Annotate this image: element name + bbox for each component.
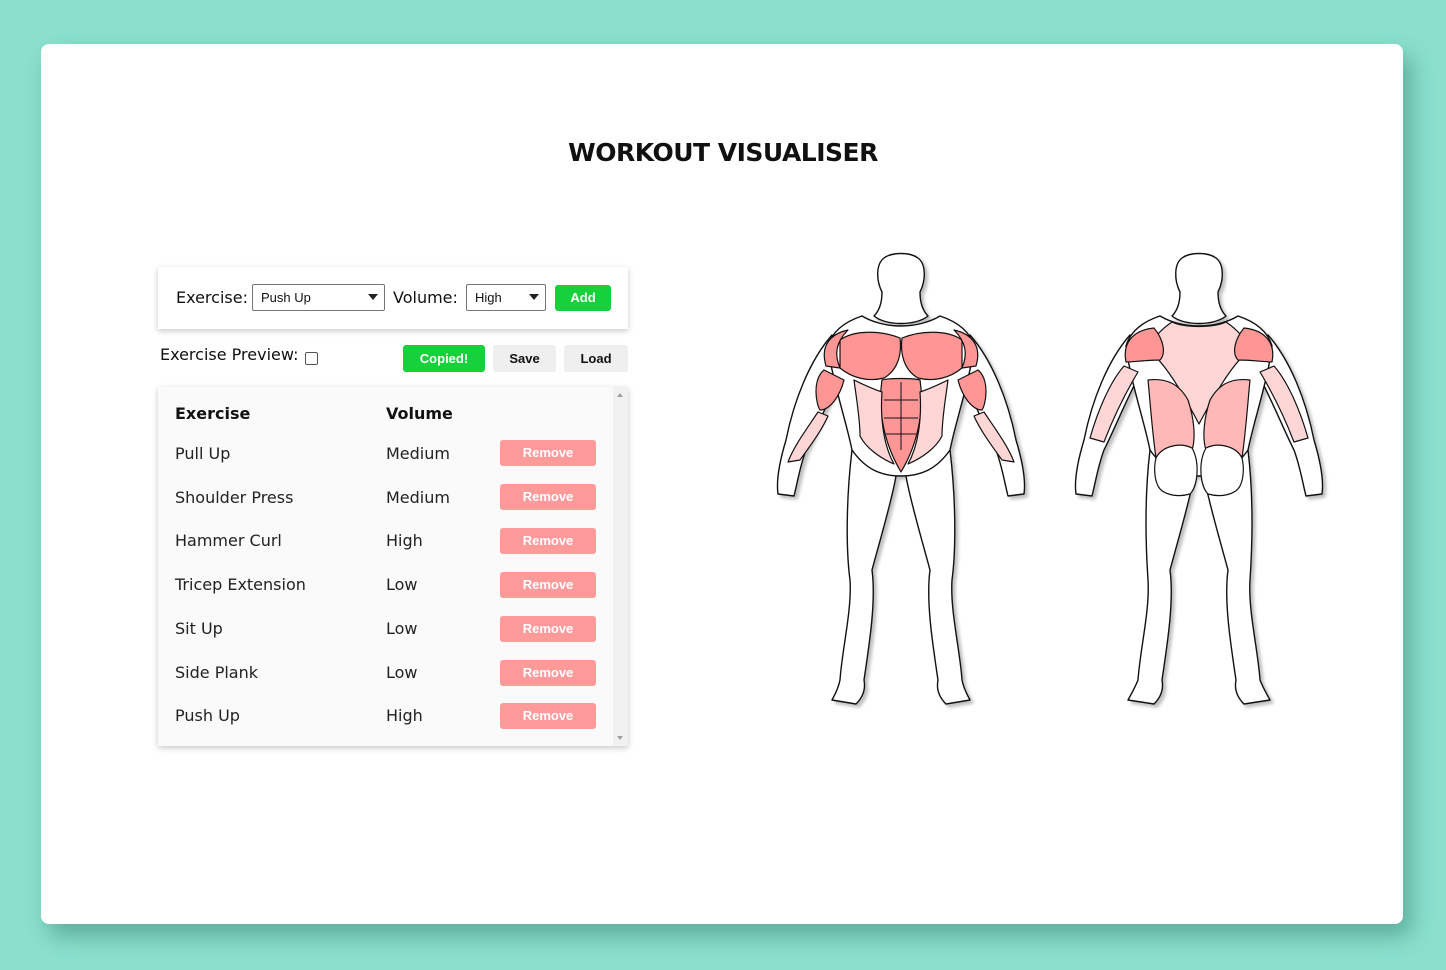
row-volume: Low <box>386 619 418 638</box>
row-volume: Medium <box>386 488 450 507</box>
row-exercise: Pull Up <box>175 444 231 463</box>
row-volume: High <box>386 706 423 725</box>
row-volume: High <box>386 531 423 550</box>
row-volume: Medium <box>386 444 450 463</box>
row-exercise: Hammer Curl <box>175 531 282 550</box>
table-scrollbar[interactable] <box>613 387 628 746</box>
remove-button[interactable]: Remove <box>500 572 596 598</box>
row-exercise: Side Plank <box>175 663 258 682</box>
front-body-figure <box>776 252 1026 705</box>
back-head <box>1171 252 1227 325</box>
remove-button[interactable]: Remove <box>500 703 596 729</box>
back-glute-right <box>1200 444 1244 497</box>
exercise-label: Exercise: <box>176 288 248 307</box>
row-exercise: Tricep Extension <box>175 575 306 594</box>
remove-button[interactable]: Remove <box>500 616 596 642</box>
front-chest-right <box>900 331 963 381</box>
save-button[interactable]: Save <box>493 345 556 372</box>
add-exercise-panel: Exercise: Push Up Volume: High Add <box>158 267 628 329</box>
front-chest-left <box>839 331 902 381</box>
back-delt-left <box>1124 327 1164 363</box>
row-exercise: Sit Up <box>175 619 223 638</box>
exercise-select-value: Push Up <box>261 290 311 305</box>
remove-button[interactable]: Remove <box>500 528 596 554</box>
front-leg-right <box>905 449 971 705</box>
volume-select[interactable]: High <box>466 284 546 311</box>
row-exercise: Shoulder Press <box>175 488 294 507</box>
exercise-select[interactable]: Push Up <box>252 284 385 311</box>
row-exercise: Push Up <box>175 706 240 725</box>
load-button[interactable]: Load <box>564 345 628 372</box>
back-body-figure <box>1074 252 1324 705</box>
remove-button[interactable]: Remove <box>500 660 596 686</box>
column-header-volume: Volume <box>386 404 453 423</box>
row-volume: Low <box>386 575 418 594</box>
exercise-table: Exercise Volume Pull Up Medium Remove Sh… <box>158 387 628 746</box>
exercise-preview-label: Exercise Preview: <box>160 345 299 364</box>
chevron-down-icon <box>529 294 539 300</box>
back-glute-left <box>1154 444 1198 497</box>
back-delt-right <box>1234 327 1274 363</box>
volume-select-value: High <box>475 290 502 305</box>
exercise-preview-checkbox[interactable] <box>305 352 318 365</box>
row-volume: Low <box>386 663 418 682</box>
copied-button[interactable]: Copied! <box>403 345 485 372</box>
volume-label: Volume: <box>393 288 458 307</box>
remove-button[interactable]: Remove <box>500 440 596 466</box>
front-head <box>873 252 929 325</box>
front-leg-left <box>831 449 897 705</box>
scroll-down-arrow-icon[interactable] <box>617 736 623 740</box>
chevron-down-icon <box>368 294 378 300</box>
scroll-up-arrow-icon[interactable] <box>617 393 623 397</box>
add-button[interactable]: Add <box>555 285 611 311</box>
remove-button[interactable]: Remove <box>500 484 596 510</box>
column-header-exercise: Exercise <box>175 404 251 423</box>
page-title: WORKOUT VISUALISER <box>568 138 878 167</box>
